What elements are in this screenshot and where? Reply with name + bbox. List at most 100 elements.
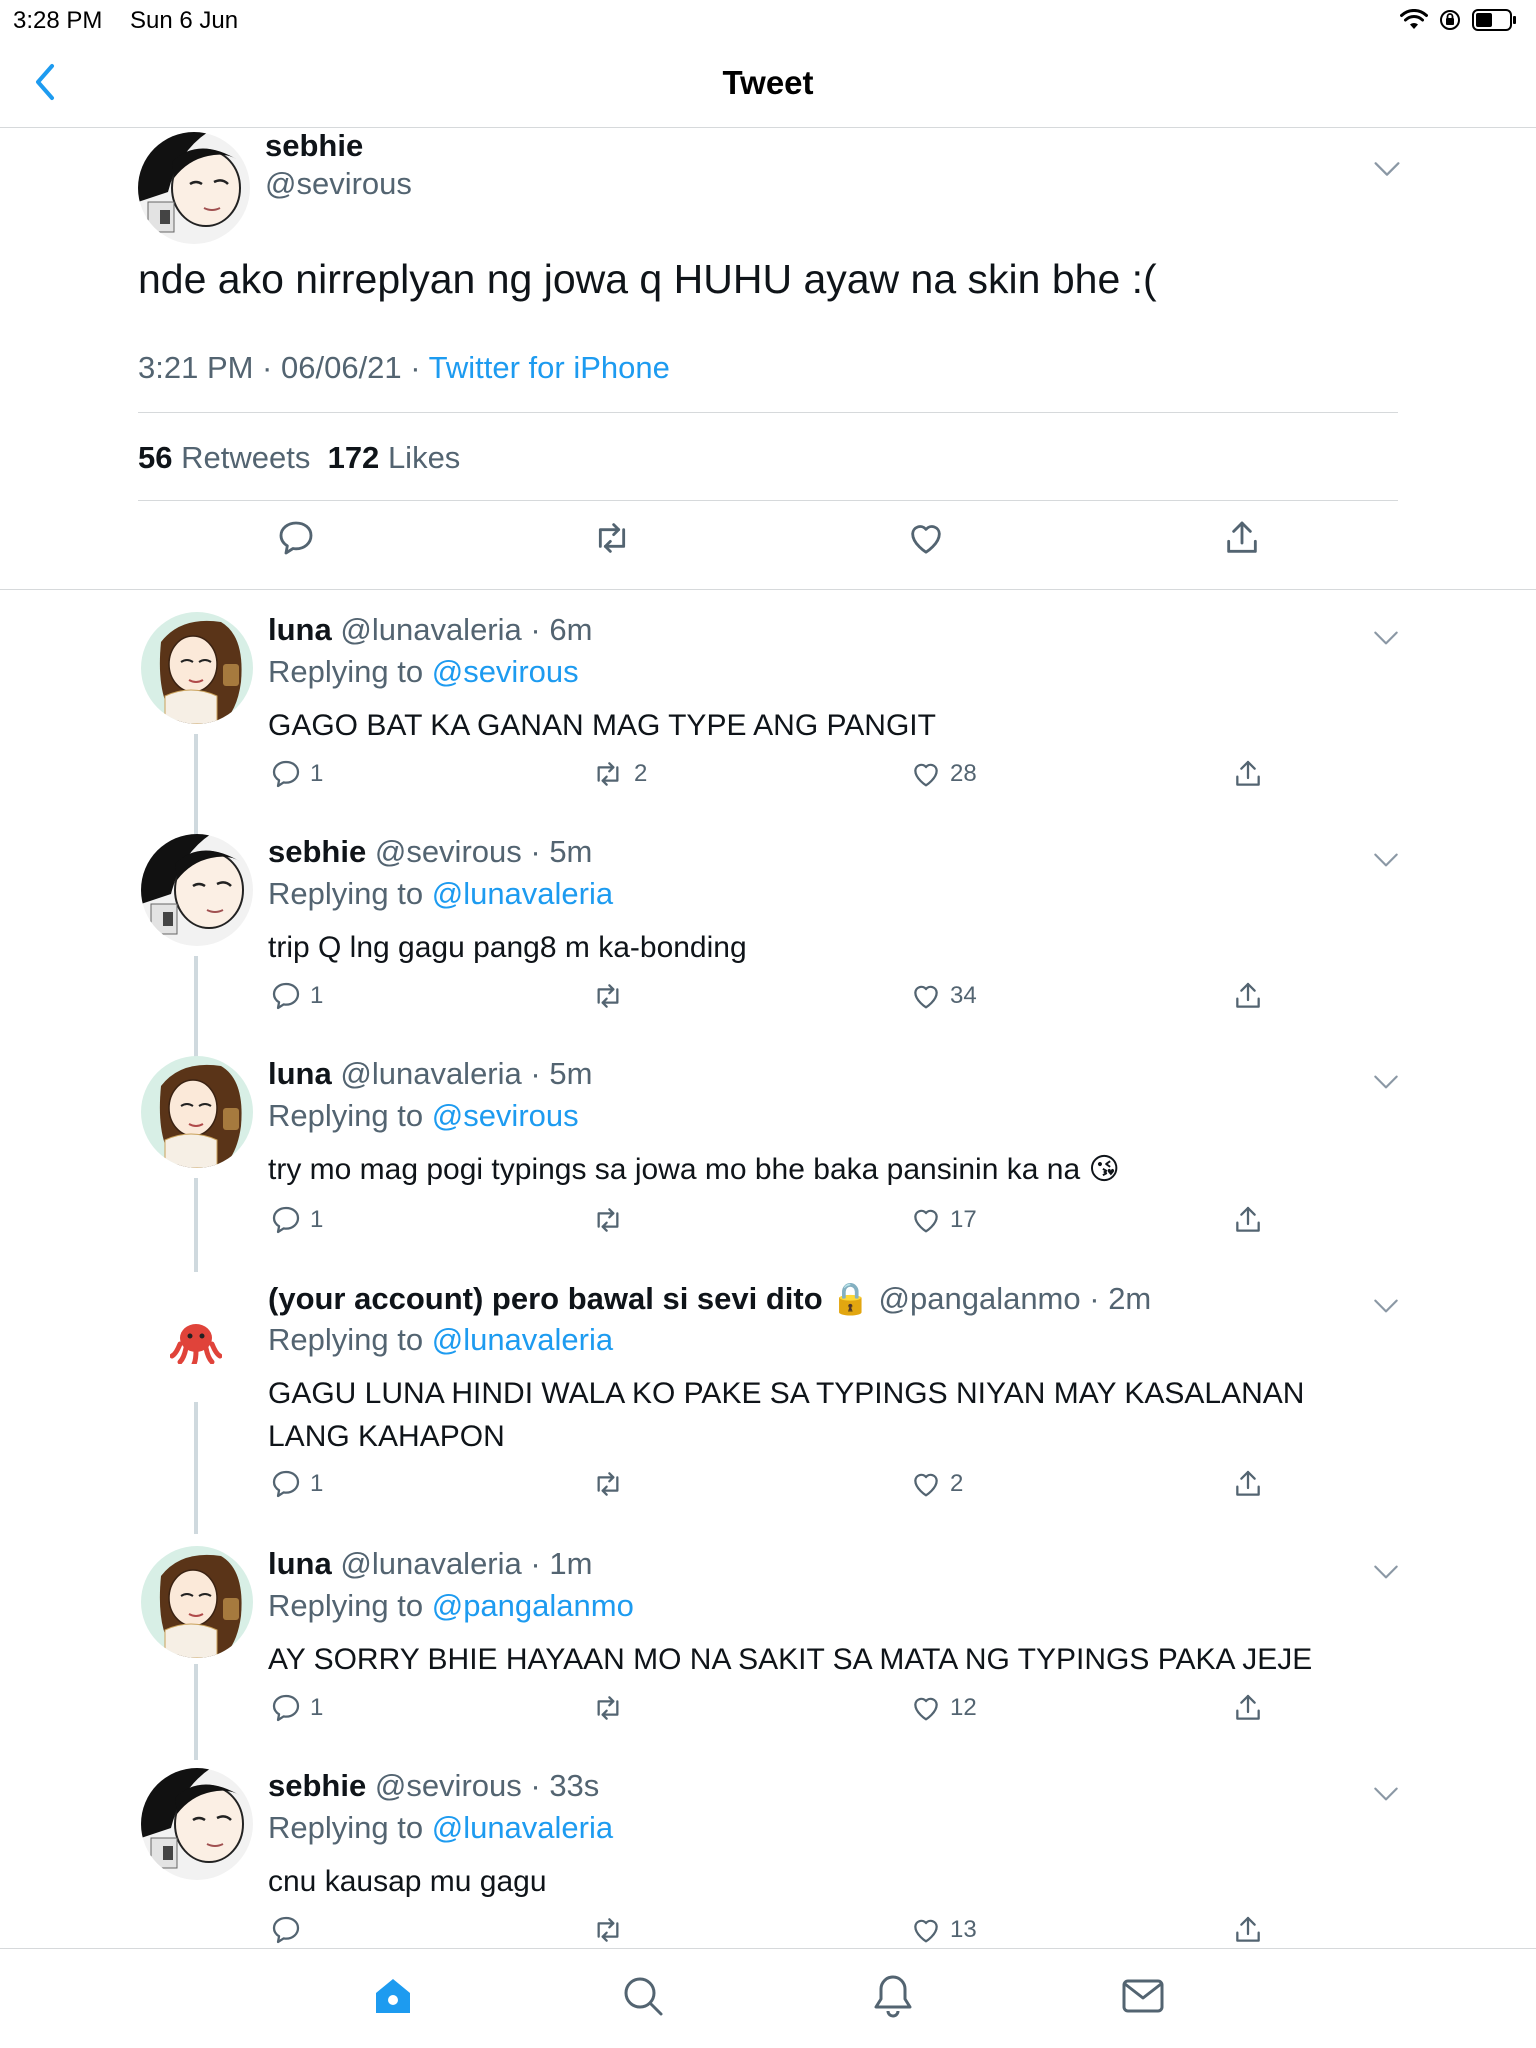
author-name[interactable]: luna <box>268 1056 332 1091</box>
author-handle[interactable]: @sevirous <box>375 834 522 869</box>
like-button[interactable]: 28 <box>910 758 977 790</box>
avatar[interactable] <box>141 834 253 946</box>
retweet-button[interactable] <box>590 980 634 1012</box>
share-button[interactable] <box>1222 518 1262 563</box>
reply-time: 5m <box>549 834 593 869</box>
replying-to: Replying to @sevirous <box>268 1098 579 1134</box>
mention-link[interactable]: @sevirous <box>432 1098 579 1133</box>
like-count: 34 <box>950 982 977 1009</box>
likes-label[interactable]: Likes <box>388 440 460 475</box>
reply-icon <box>270 980 302 1012</box>
avatar[interactable] <box>141 612 253 724</box>
separator: · <box>521 612 550 647</box>
share-button[interactable] <box>1232 758 1264 790</box>
replying-label: Replying to <box>268 654 432 689</box>
author-handle[interactable]: @sevirous <box>375 1768 522 1803</box>
mention-link[interactable]: @lunavaleria <box>432 1810 613 1845</box>
tab-search[interactable] <box>618 1971 668 2021</box>
author-name[interactable]: (your account) pero bawal si sevi dito 🔒 <box>268 1281 870 1316</box>
mention-link[interactable]: @sevirous <box>432 654 579 689</box>
like-button[interactable]: 12 <box>910 1692 977 1724</box>
chevron-down-icon[interactable] <box>1370 622 1402 659</box>
retweet-button[interactable]: 2 <box>590 758 647 790</box>
retweet-icon <box>590 518 634 558</box>
author-handle[interactable]: @sevirous <box>265 166 412 202</box>
like-icon <box>910 980 942 1012</box>
replying-label: Replying to <box>268 1322 432 1357</box>
reply-button[interactable]: 1 <box>270 1204 323 1236</box>
chevron-down-icon[interactable] <box>1370 844 1402 881</box>
reply-header: sebhie @sevirous · 5m <box>268 834 592 870</box>
chevron-down-icon[interactable] <box>1370 1290 1402 1327</box>
avatar[interactable] <box>141 1768 253 1880</box>
replying-to: Replying to @lunavaleria <box>268 876 613 912</box>
reply-text: trip Q lng gagu pang8 m ka-bonding <box>268 931 747 964</box>
share-icon <box>1232 980 1264 1012</box>
reply-button[interactable]: 1 <box>270 1468 323 1500</box>
mention-link[interactable]: @lunavaleria <box>432 876 613 911</box>
retweet-icon <box>590 980 626 1012</box>
tab-messages[interactable] <box>1118 1971 1168 2021</box>
author-handle[interactable]: @pangalanmo <box>879 1281 1081 1316</box>
like-icon <box>910 1468 942 1500</box>
mention-link[interactable]: @lunavaleria <box>432 1322 613 1357</box>
author-handle[interactable]: @lunavaleria <box>340 612 521 647</box>
reply-button[interactable] <box>276 518 316 563</box>
chevron-down-icon[interactable] <box>1370 1556 1402 1593</box>
like-count: 13 <box>950 1916 977 1943</box>
retweets-count[interactable]: 56 <box>138 440 172 475</box>
author-handle[interactable]: @lunavaleria <box>340 1056 521 1091</box>
tweet-source-link[interactable]: Twitter for iPhone <box>429 350 670 385</box>
reply-button[interactable]: 1 <box>270 1692 323 1724</box>
share-button[interactable] <box>1232 1468 1264 1500</box>
author-handle[interactable]: @lunavaleria <box>340 1546 521 1581</box>
avatar[interactable] <box>169 1320 223 1367</box>
like-button[interactable]: 13 <box>910 1914 977 1946</box>
chevron-down-icon[interactable] <box>1370 152 1404 191</box>
share-icon <box>1222 518 1262 558</box>
retweet-button[interactable] <box>590 1914 634 1946</box>
share-button[interactable] <box>1232 1914 1264 1946</box>
author-name[interactable]: sebhie <box>268 1768 366 1803</box>
replying-label: Replying to <box>268 1098 432 1133</box>
like-button[interactable]: 2 <box>910 1468 963 1500</box>
like-button[interactable] <box>906 518 946 563</box>
like-button[interactable]: 34 <box>910 980 977 1012</box>
retweet-button[interactable] <box>590 518 634 563</box>
tab-notifications[interactable] <box>868 1971 918 2021</box>
retweet-button[interactable] <box>590 1204 634 1236</box>
reply-button[interactable]: 1 <box>270 758 323 790</box>
mention-link[interactable]: @pangalanmo <box>432 1588 634 1623</box>
retweets-label[interactable]: Retweets <box>181 440 310 475</box>
retweet-button[interactable] <box>590 1468 634 1500</box>
likes-count[interactable]: 172 <box>328 440 380 475</box>
reply-button[interactable] <box>270 1914 310 1946</box>
chevron-down-icon[interactable] <box>1370 1778 1402 1815</box>
reply-time: 2m <box>1108 1281 1152 1316</box>
share-button[interactable] <box>1232 1204 1264 1236</box>
replying-to: Replying to @lunavaleria <box>268 1810 613 1846</box>
chevron-down-icon[interactable] <box>1370 1066 1402 1103</box>
tweet-stats: 56 Retweets 172 Likes <box>138 440 460 476</box>
avatar[interactable] <box>141 1056 253 1168</box>
reply-actions: 1 2 <box>0 1468 1536 1508</box>
avatar[interactable] <box>141 1546 253 1658</box>
author-name[interactable]: luna <box>268 612 332 647</box>
share-icon <box>1232 1914 1264 1946</box>
reply-actions: 1 34 <box>0 980 1536 1020</box>
reply-button[interactable]: 1 <box>270 980 323 1012</box>
tab-home[interactable] <box>368 1971 418 2021</box>
avatar[interactable] <box>138 132 250 244</box>
home-icon <box>376 1979 410 2013</box>
like-button[interactable]: 17 <box>910 1204 977 1236</box>
reply-icon <box>270 1914 302 1946</box>
share-button[interactable] <box>1232 980 1264 1012</box>
retweet-button[interactable] <box>590 1692 634 1724</box>
replying-label: Replying to <box>268 1588 432 1623</box>
author-name[interactable]: luna <box>268 1546 332 1581</box>
share-button[interactable] <box>1232 1692 1264 1724</box>
octopus-icon <box>169 1324 223 1367</box>
status-icons <box>1400 8 1518 37</box>
author-name[interactable]: sebhie <box>268 834 366 869</box>
author-name[interactable]: sebhie <box>265 128 363 164</box>
